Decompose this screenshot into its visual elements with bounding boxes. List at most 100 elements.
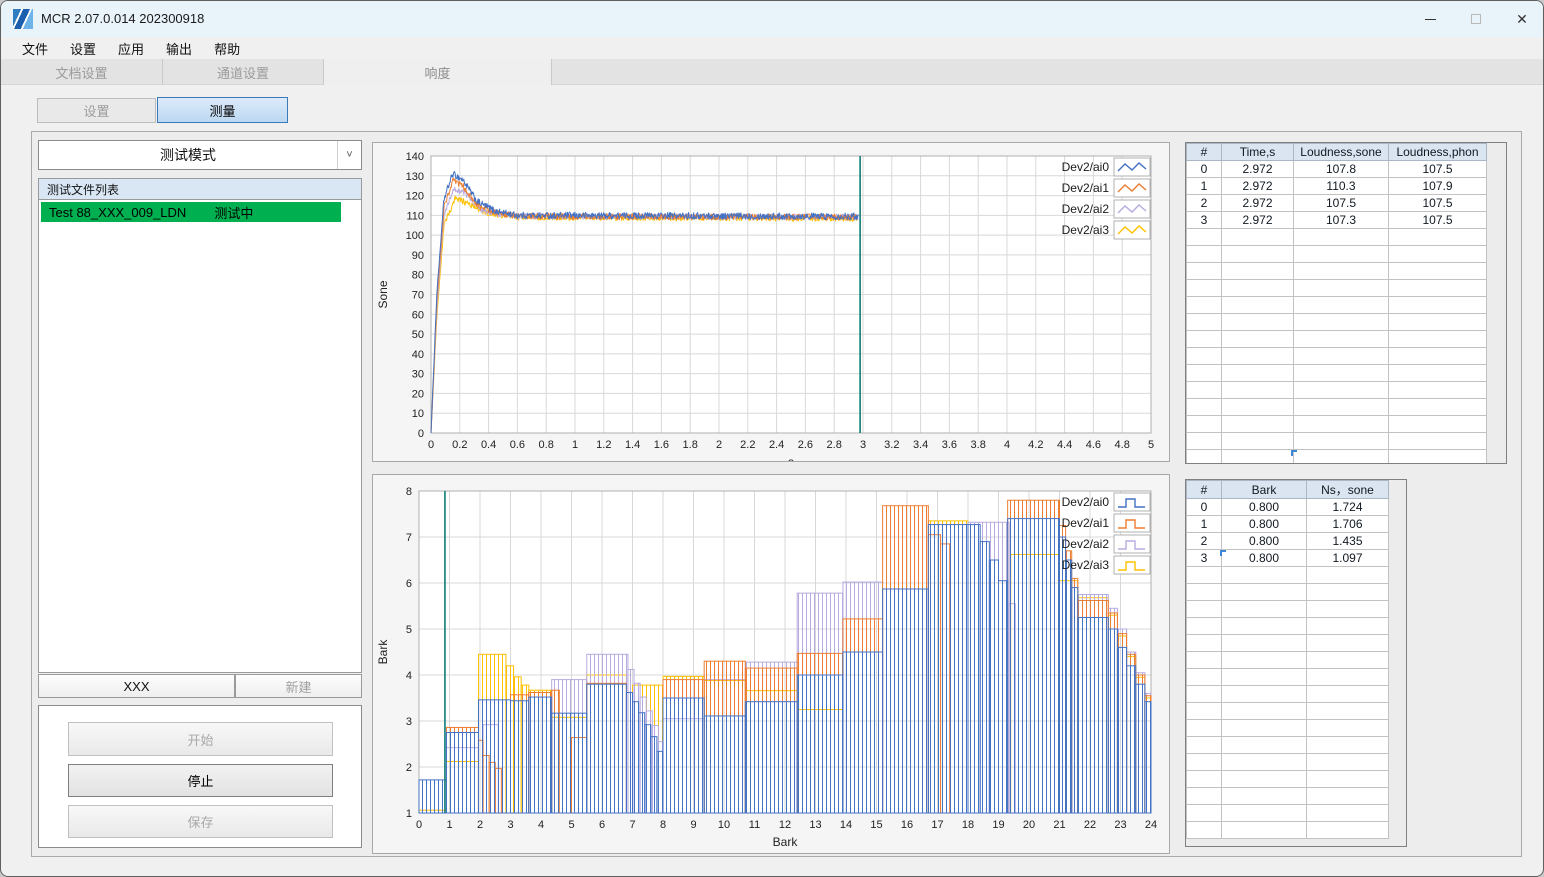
menu-output[interactable]: 输出 xyxy=(155,39,203,58)
column-header: # xyxy=(1186,143,1222,161)
table-row[interactable] xyxy=(1186,651,1389,669)
table-row[interactable] xyxy=(1186,702,1389,720)
x-axis-title: s xyxy=(788,455,794,461)
table-row[interactable]: 0 2.972 107.8 107.5 xyxy=(1186,160,1487,178)
menu-apply[interactable]: 应用 xyxy=(107,39,155,58)
x-tick-label: 3 xyxy=(860,439,866,451)
table-cell xyxy=(1186,736,1222,754)
table-row[interactable] xyxy=(1186,432,1487,450)
y-tick-label: 100 xyxy=(406,230,424,242)
table-row[interactable]: 1 0.800 1.706 xyxy=(1186,515,1389,533)
table-row[interactable]: 1 2.972 110.3 107.9 xyxy=(1186,177,1487,195)
subtab-measure-button[interactable]: 测量 xyxy=(157,97,288,123)
table-row[interactable] xyxy=(1186,330,1487,348)
table-row[interactable] xyxy=(1186,262,1487,280)
x-tick-label: 20 xyxy=(1023,819,1035,831)
close-button[interactable]: ✕ xyxy=(1499,1,1543,37)
menu-settings[interactable]: 设置 xyxy=(59,39,107,58)
table-row[interactable] xyxy=(1186,566,1389,584)
table-cell xyxy=(1221,347,1294,365)
control-box: 开始 停止 保存 xyxy=(38,705,362,848)
bar-segment-Dev2-ai0 xyxy=(625,691,633,814)
table-row[interactable] xyxy=(1186,787,1389,805)
table-cell xyxy=(1388,364,1487,382)
y-tick-label: 5 xyxy=(406,624,412,636)
table-row[interactable] xyxy=(1186,634,1389,652)
x-tick-label: 2.2 xyxy=(740,439,755,451)
table-cell xyxy=(1186,617,1222,635)
table-row[interactable] xyxy=(1186,398,1487,416)
x-tick-label: 14 xyxy=(840,819,852,831)
table-cell xyxy=(1221,330,1294,348)
table-cell xyxy=(1186,262,1222,280)
table-row[interactable]: 3 2.972 107.3 107.5 xyxy=(1186,211,1487,229)
table-row[interactable] xyxy=(1186,364,1487,382)
table-row[interactable] xyxy=(1186,736,1389,754)
table-row[interactable] xyxy=(1186,381,1487,399)
x-tick-label: 9 xyxy=(690,819,696,831)
menu-help[interactable]: 帮助 xyxy=(203,39,251,58)
data-grid[interactable]: # Time,s Loudness,sone Loudness,phon 0 2.972 1… xyxy=(1186,143,1487,463)
x-tick-label: 10 xyxy=(718,819,730,831)
table-row[interactable] xyxy=(1186,415,1487,433)
table-cell xyxy=(1306,804,1389,822)
table-row[interactable] xyxy=(1186,279,1487,297)
table-row[interactable] xyxy=(1186,617,1389,635)
table-cell xyxy=(1388,228,1487,246)
menu-file[interactable]: 文件 xyxy=(11,39,59,58)
xxx-button[interactable]: XXX xyxy=(38,674,235,698)
test-file-list[interactable]: Test 88_XXX_009_LDN 测试中 xyxy=(38,199,362,673)
table-row[interactable] xyxy=(1186,753,1389,771)
application-window: MCR 2.07.0.014 202300918 ✕ 文件 设置 应用 输出 帮… xyxy=(0,0,1544,877)
table-row[interactable] xyxy=(1186,719,1389,737)
data-grid[interactable]: # Bark Ns，sone 0 0.800 1.724 1 0.800 1.706 2 0.800… xyxy=(1186,480,1389,839)
table-cell xyxy=(1221,600,1307,618)
bar-segment-Dev2-ai0 xyxy=(1077,617,1109,814)
window-title: MCR 2.07.0.014 202300918 xyxy=(41,11,205,26)
x-tick-label: 0.2 xyxy=(452,439,467,451)
save-button[interactable]: 保存 xyxy=(68,805,333,838)
table-cell xyxy=(1221,770,1307,788)
table-row[interactable] xyxy=(1186,600,1389,618)
minimize-button[interactable] xyxy=(1407,1,1453,37)
stop-button[interactable]: 停止 xyxy=(68,764,333,797)
maximize-button[interactable] xyxy=(1453,1,1499,37)
bar-segment-Dev2-ai0 xyxy=(632,701,640,814)
legend-label: Dev2/ai3 xyxy=(1062,558,1110,572)
subtab-settings-button[interactable]: 设置 xyxy=(37,98,156,123)
table-row[interactable] xyxy=(1186,821,1389,839)
table-row[interactable] xyxy=(1186,449,1487,463)
table-row[interactable] xyxy=(1186,668,1389,686)
table-cell xyxy=(1186,415,1222,433)
x-tick-label: 4 xyxy=(1004,439,1010,451)
table-cell xyxy=(1293,245,1389,263)
test-mode-dropdown[interactable]: 测试模式 ˅ xyxy=(38,140,362,170)
list-item[interactable]: Test 88_XXX_009_LDN 测试中 xyxy=(41,202,341,222)
table-cell xyxy=(1186,804,1222,822)
table-row[interactable]: 2 0.800 1.435 xyxy=(1186,532,1389,550)
table-row[interactable] xyxy=(1186,313,1487,331)
table-cell xyxy=(1221,262,1294,280)
table-row[interactable]: 3 0.800 1.097 xyxy=(1186,549,1389,567)
table-row[interactable]: 0 0.800 1.724 xyxy=(1186,498,1389,516)
table-row[interactable] xyxy=(1186,228,1487,246)
table-row[interactable] xyxy=(1186,685,1389,703)
table-row[interactable] xyxy=(1186,347,1487,365)
bar-segment-Dev2-ai0 xyxy=(882,588,929,814)
tab-loudness[interactable]: 响度 xyxy=(324,59,552,85)
tab-channel-settings[interactable]: 通道设置 xyxy=(163,59,324,85)
table-cell xyxy=(1221,313,1294,331)
table-cell: 2.972 xyxy=(1221,177,1294,195)
table-row[interactable] xyxy=(1186,296,1487,314)
table-row[interactable] xyxy=(1186,804,1389,822)
new-button[interactable]: 新建 xyxy=(235,674,362,698)
x-tick-label: 4.8 xyxy=(1115,439,1130,451)
start-button[interactable]: 开始 xyxy=(68,722,333,756)
tab-document-settings[interactable]: 文档设置 xyxy=(1,59,163,85)
table-cell: 2.972 xyxy=(1221,160,1294,178)
table-row[interactable] xyxy=(1186,770,1389,788)
table-row[interactable] xyxy=(1186,583,1389,601)
table-row[interactable]: 2 2.972 107.5 107.5 xyxy=(1186,194,1487,212)
chevron-down-icon: ˅ xyxy=(337,141,361,169)
table-row[interactable] xyxy=(1186,245,1487,263)
